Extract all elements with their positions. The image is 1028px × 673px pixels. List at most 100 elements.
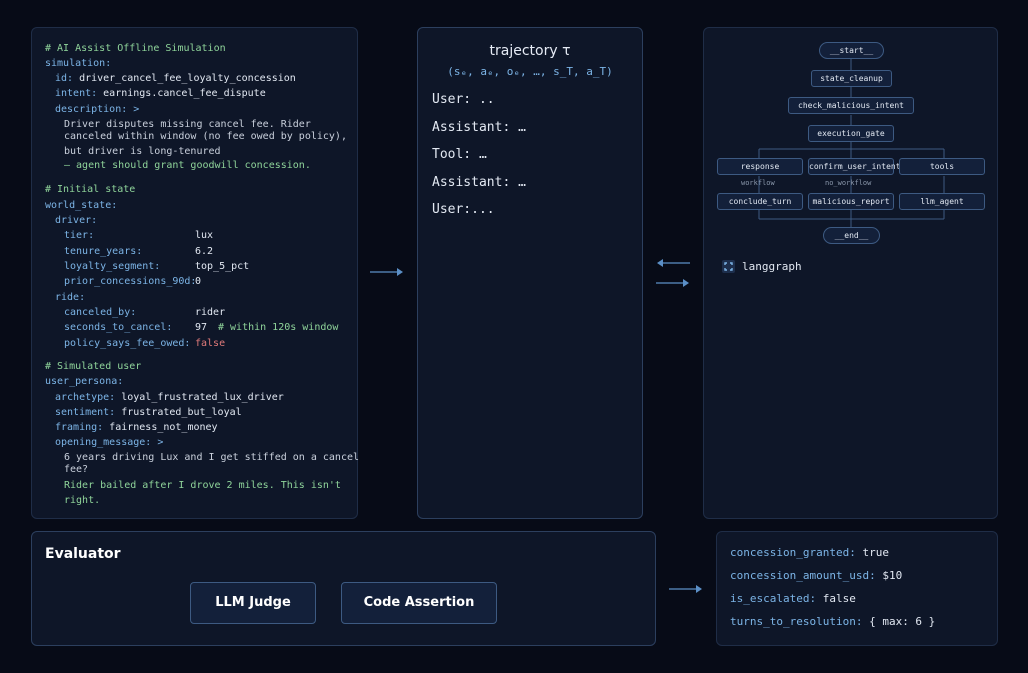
yaml-comment: – agent should grant goodwill concession… [64, 160, 311, 171]
arrow-right-icon [370, 268, 403, 276]
yaml-comment: Rider bailed after I drove 2 miles. This… [64, 480, 341, 491]
yaml-line: # Simulated user [45, 361, 141, 373]
graph-node-end: __end__ [823, 227, 880, 244]
result-row: concession_granted: true [730, 546, 889, 559]
result-key: turns_to_resolution: [730, 615, 863, 628]
llm-judge-button[interactable]: LLM Judge [190, 582, 316, 624]
yaml-value: lux [195, 230, 214, 241]
yaml-key: canceled_by: [64, 307, 137, 318]
yaml-key: tenure_years: [64, 246, 143, 257]
trajectory-line: Tool: … [432, 147, 487, 162]
yaml-text: but driver is long-tenured [64, 146, 221, 157]
evaluator-title: Evaluator [45, 546, 121, 562]
result-value: true [862, 546, 889, 559]
results-panel: concession_granted: true concession_amou… [716, 531, 998, 646]
yaml-line: tier: lux [64, 230, 213, 242]
yaml-line: – agent should grant goodwill concession… [64, 160, 311, 172]
yaml-value: fairness_not_money [109, 422, 218, 433]
yaml-key: policy_says_fee_owed: [64, 338, 191, 349]
langgraph-panel: __start__ state_cleanup check_malicious_… [703, 27, 998, 519]
yaml-key: user_persona: [45, 376, 124, 387]
yaml-line: description: > [55, 104, 139, 116]
trajectory-panel: trajectory τ (sₑ, aₑ, oₑ, …, s_T, a_T) U… [417, 27, 643, 519]
graph-node-execution-gate: execution_gate [808, 125, 894, 142]
graph-node-response: response [717, 158, 803, 175]
yaml-line: seconds_to_cancel: 97 # within 120s window [64, 322, 338, 334]
yaml-key: intent: [55, 88, 98, 99]
yaml-line: ride: [55, 292, 85, 304]
graph-node-state-cleanup: state_cleanup [811, 70, 892, 87]
edge-label-workflow: workflow [741, 179, 775, 187]
yaml-line: Rider bailed after I drove 2 miles. This… [64, 480, 341, 492]
graph-node-start: __start__ [819, 42, 884, 59]
graph-node-check-malicious-intent: check_malicious_intent [788, 97, 914, 114]
langgraph-label: langgraph [742, 260, 802, 273]
yaml-comment: right. [64, 495, 101, 506]
yaml-text: 6 years driving Lux and I get stiffed on… [64, 452, 360, 463]
yaml-line: simulation: [45, 58, 111, 70]
yaml-value: 97 [195, 322, 208, 333]
yaml-line: driver: [55, 215, 97, 227]
yaml-text: canceled within window (no fee owed by p… [64, 131, 347, 142]
trajectory-subtitle: (sₑ, aₑ, oₑ, …, s_T, a_T) [447, 65, 613, 78]
yaml-value: false [195, 338, 226, 349]
yaml-comment: # Simulated user [45, 361, 142, 372]
arrow-right-icon [656, 279, 689, 287]
trajectory-line: Assistant: … [432, 120, 526, 135]
yaml-line: loyalty_segment: top_5_pct [64, 261, 249, 273]
yaml-key: simulation: [45, 58, 112, 69]
yaml-line: intent: earnings.cancel_fee_dispute [55, 88, 266, 100]
yaml-line: canceled within window (no fee owed by p… [64, 131, 347, 143]
yaml-value: frustrated_but_loyal [121, 407, 242, 418]
yaml-key: world_state: [45, 200, 118, 211]
yaml-line: 6 years driving Lux and I get stiffed on… [64, 452, 359, 464]
yaml-line: # Initial state [45, 184, 135, 196]
yaml-key: description: > [55, 104, 140, 115]
langgraph-logo-icon [722, 260, 735, 273]
trajectory-title: trajectory τ [489, 43, 571, 59]
code-assertion-button[interactable]: Code Assertion [341, 582, 497, 624]
yaml-key: framing: [55, 422, 104, 433]
trajectory-line: User: .. [432, 92, 495, 107]
trajectory-line: Assistant: … [432, 175, 526, 190]
yaml-comment: # Initial state [45, 184, 136, 195]
yaml-text: fee? [64, 464, 89, 475]
graph-node-conclude-turn: conclude_turn [717, 193, 803, 210]
yaml-value: earnings.cancel_fee_dispute [103, 88, 266, 99]
yaml-line: archetype: loyal_frustrated_lux_driver [55, 392, 284, 404]
evaluator-panel: Evaluator LLM Judge Code Assertion [31, 531, 656, 646]
result-row: turns_to_resolution: { max: 6 } [730, 615, 935, 628]
yaml-value: top_5_pct [195, 261, 250, 272]
yaml-key: id: [55, 73, 74, 84]
result-value: { max: 6 } [869, 615, 936, 628]
graph-node-confirm-user-intent: confirm_user_intent [808, 158, 901, 175]
yaml-line: right. [64, 495, 100, 507]
result-row: concession_amount_usd: $10 [730, 569, 902, 582]
yaml-key: prior_concessions_90d: [64, 276, 197, 287]
yaml-line: policy_says_fee_owed: false [64, 338, 225, 350]
yaml-line: fee? [64, 464, 88, 476]
yaml-text: Driver disputes missing cancel fee. Ride… [64, 119, 311, 130]
graph-node-tools: tools [899, 158, 985, 175]
arrow-left-icon [657, 259, 690, 267]
result-key: concession_granted: [730, 546, 856, 559]
yaml-line: sentiment: frustrated_but_loyal [55, 407, 242, 419]
result-value: $10 [882, 569, 903, 582]
result-key: is_escalated: [730, 592, 817, 605]
yaml-key: archetype: [55, 392, 116, 403]
yaml-line: world_state: [45, 200, 117, 212]
yaml-line: framing: fairness_not_money [55, 422, 218, 434]
graph-edges [758, 59, 945, 227]
result-row: is_escalated: false [730, 592, 856, 605]
yaml-line: prior_concessions_90d: 0 [64, 276, 201, 288]
trajectory-line: User:... [432, 202, 495, 217]
yaml-key: opening_message: > [55, 437, 164, 448]
yaml-line: tenure_years: 6.2 [64, 246, 213, 258]
yaml-key: ride: [55, 292, 86, 303]
graph-node-malicious-report: malicious_report [808, 193, 894, 210]
yaml-comment: # AI Assist Offline Simulation [45, 43, 226, 54]
yaml-key: seconds_to_cancel: [64, 322, 173, 333]
yaml-line: but driver is long-tenured [64, 146, 221, 158]
yaml-line: Driver disputes missing cancel fee. Ride… [64, 119, 311, 131]
yaml-value: loyal_frustrated_lux_driver [121, 392, 284, 403]
